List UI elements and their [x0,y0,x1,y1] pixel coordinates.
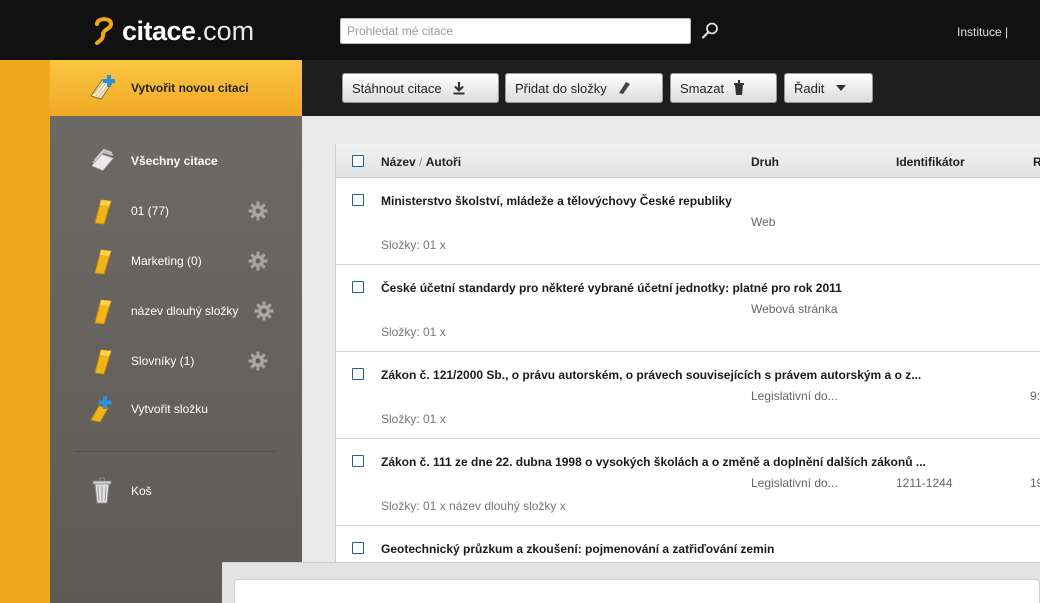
sidebar-item-folder-long-name[interactable]: název dlouhý složky [50,291,302,331]
sort-label: Řadit [794,80,825,96]
search-input[interactable] [340,18,691,44]
row-type: Webová stránka [751,302,838,316]
add-folder-icon [90,396,112,423]
sidebar-item-folder-01[interactable]: 01 (77) [50,191,302,231]
sidebar-item-label: Slovníky (1) [131,354,195,368]
toolbar: Stáhnout citace Přidat do složky Smazat … [302,60,1040,116]
download-citations-label: Stáhnout citace [352,80,442,96]
row-type: Legislativní do... [751,389,838,403]
table-header: Název / Autoři Druh Identifikátor R [336,144,1040,178]
add-to-folder-label: Přidat do složky [515,80,607,96]
new-citation-icon [90,75,115,100]
gear-icon[interactable] [247,200,269,222]
table-row[interactable]: Zákon č. 111 ze dne 22. dubna 1998 o vys… [336,439,1040,526]
row-title[interactable]: České účetní standardy pro některé vybra… [381,281,842,295]
create-citation-button[interactable]: Vytvořit novou citaci [50,60,302,116]
table-row[interactable]: České účetní standardy pro některé vybra… [336,265,1040,352]
select-all-checkbox[interactable] [352,155,364,167]
row-checkbox[interactable] [352,368,364,380]
sidebar-divider [76,451,275,452]
chevron-down-icon [836,85,847,91]
left-rail [0,60,50,603]
app-window: citace .com Instituce | Vytvořit novou c… [0,0,1040,603]
trash-icon [92,477,112,504]
sort-dropdown[interactable]: Řadit [784,73,873,103]
delete-button[interactable]: Smazat [670,73,777,103]
sidebar-item-label: Koš [131,484,152,498]
column-header-identifier[interactable]: Identifikátor [896,155,965,169]
column-header-name-label: Název [381,155,416,169]
sidebar-item-label: Marketing (0) [131,254,202,268]
trash-icon [734,80,745,95]
row-title[interactable]: Zákon č. 121/2000 Sb., o právu autorském… [381,368,921,382]
folder-icon [94,299,112,325]
column-header-name[interactable]: Název / Autoři [381,155,461,169]
table-row[interactable]: Ministerstvo školství, mládeže a tělovýc… [336,178,1040,265]
sidebar-item-folder-slovniky[interactable]: Slovníky (1) [50,341,302,381]
row-title[interactable]: Geotechnický průzkum a zkoušení: pojmeno… [381,542,774,556]
sidebar-item-all-citations[interactable]: Všechny citace [50,141,302,181]
gear-icon[interactable] [253,300,275,322]
column-header-separator: / [415,155,426,169]
top-nav-institution[interactable]: Instituce | [957,25,1008,39]
stack-icon [90,148,115,172]
search-icon [701,22,718,39]
sidebar: Všechny citace 01 (77) Marketing (0) náz… [50,116,302,603]
create-citation-label: Vytvořit novou citaci [131,81,249,95]
row-type: Web [751,215,776,229]
row-checkbox[interactable] [352,281,364,293]
sidebar-item-create-folder[interactable]: Vytvořit složku [50,389,302,429]
logo-text-bold: citace [122,15,196,46]
add-to-folder-button[interactable]: Přidat do složky [505,73,663,103]
gear-icon[interactable] [247,250,269,272]
sidebar-item-label: název dlouhý složky [131,304,239,318]
gear-icon[interactable] [247,350,269,372]
row-checkbox[interactable] [352,455,364,467]
main-content: Název / Autoři Druh Identifikátor R Mini… [302,116,1040,603]
folder-icon [618,82,630,94]
logo-mark-icon [95,17,114,45]
row-folders: Složky: 01 x [381,412,446,426]
column-header-type[interactable]: Druh [751,155,779,169]
row-identifier: 1211-1244 [896,476,953,490]
sidebar-item-label: Všechny citace [131,154,218,168]
sidebar-item-folder-marketing[interactable]: Marketing (0) [50,241,302,281]
table-row[interactable]: Zákon č. 121/2000 Sb., o právu autorském… [336,352,1040,439]
search-button[interactable] [697,18,723,44]
row-r: 19 [1030,476,1040,490]
row-checkbox[interactable] [352,194,364,206]
row-folders: Složky: 01 x [381,238,446,252]
row-title[interactable]: Ministerstvo školství, mládeže a tělovýc… [381,194,732,208]
column-header-r[interactable]: R [1033,155,1040,169]
sidebar-item-label: Vytvořit složku [131,402,208,416]
folder-icon [94,249,112,275]
folder-icon [94,199,112,225]
download-icon [453,82,465,95]
folder-icon [94,349,112,375]
column-header-authors-label: Autoři [425,155,462,169]
citations-table: Název / Autoři Druh Identifikátor R Mini… [335,144,1040,603]
logo-text-domain: .com [195,15,255,46]
delete-label: Smazat [680,80,725,96]
row-folders: Složky: 01 x název dlouhý složky x [381,499,566,513]
row-folders: Složky: 01 x [381,325,446,339]
bottom-panel [222,562,1040,603]
row-checkbox[interactable] [352,542,364,554]
sidebar-item-trash[interactable]: Koš [50,471,302,511]
row-type: Legislativní do... [751,476,838,490]
top-bar: citace .com Instituce | [0,0,1040,60]
row-title[interactable]: Zákon č. 111 ze dne 22. dubna 1998 o vys… [381,455,926,469]
bottom-panel-content [234,579,1040,603]
row-r: 9: [1030,389,1040,403]
logo[interactable]: citace .com [92,14,254,48]
download-citations-button[interactable]: Stáhnout citace [342,73,499,103]
sidebar-item-label: 01 (77) [131,204,170,218]
